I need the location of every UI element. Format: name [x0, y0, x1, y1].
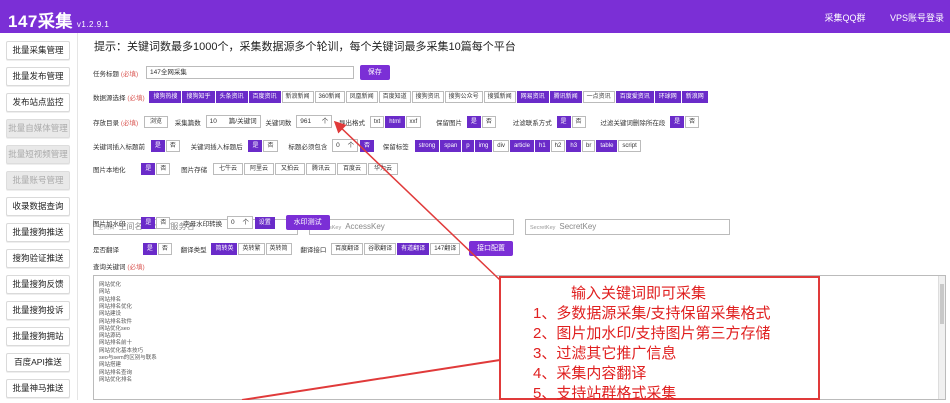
annotation-box: 输入关键词即可采集 1、多数据源采集/支持保留采集格式 2、图片加水印/支持图片第三…: [499, 276, 820, 402]
annotation-title: 输入关键词即可采集: [571, 285, 707, 302]
arrow-to-settings: [333, 120, 501, 281]
annotation-line: 3、过滤其它推广信息: [533, 345, 677, 362]
annotation-line: 1、多数据源采集/支持保留采集格式: [533, 305, 771, 322]
arrow-to-keywords: [241, 359, 501, 400]
annotation-line: 2、图片加水印/支持图片第三方存储: [533, 325, 771, 342]
annotation-line: 4、采集内容翻译: [533, 365, 647, 382]
